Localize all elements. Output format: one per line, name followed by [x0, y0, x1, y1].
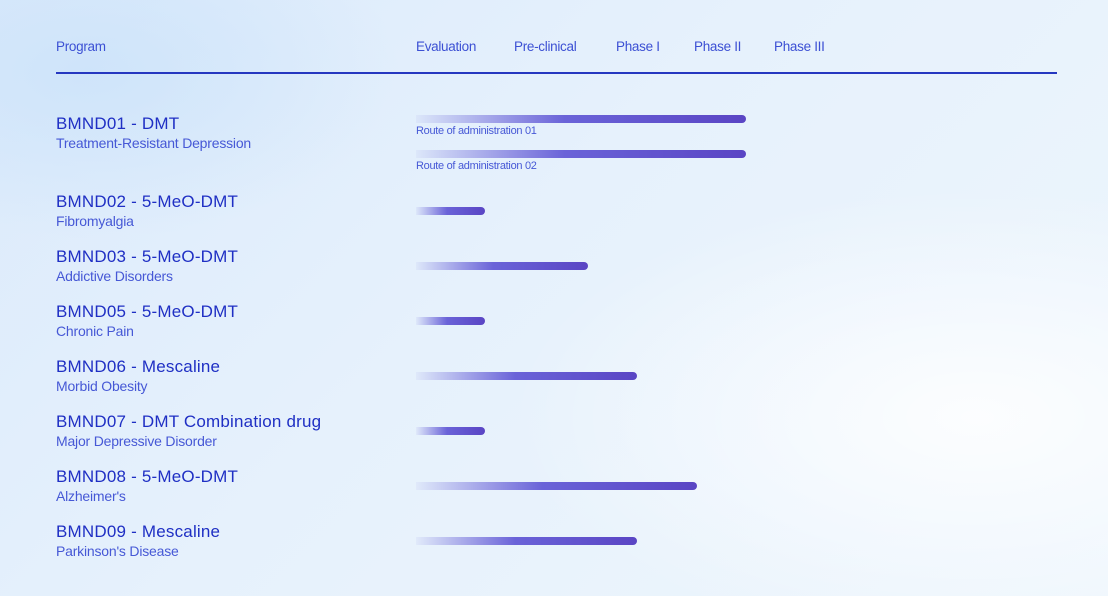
program-indication: Parkinson's Disease: [56, 543, 179, 559]
program-indication: Major Depressive Disorder: [56, 433, 217, 449]
progress-bar-bmnd07: [416, 427, 485, 435]
program-title: BMND02 - 5-MeO-DMT: [56, 192, 239, 211]
program-row-bmnd09: BMND09 - Mescaline Parkinson's Disease: [56, 522, 220, 560]
program-title: BMND06 - Mescaline: [56, 357, 221, 376]
pipeline-header: Program Evaluation Pre-clinical Phase I …: [56, 38, 1057, 74]
program-indication: Morbid Obesity: [56, 378, 148, 394]
column-phase-3: Phase III: [774, 39, 825, 54]
column-evaluation: Evaluation: [416, 39, 477, 54]
program-indication: Chronic Pain: [56, 323, 134, 339]
progress-bar-bmnd02: [416, 207, 485, 215]
program-title: BMND03 - 5-MeO-DMT: [56, 247, 239, 266]
program-row-bmnd01: BMND01 - DMT Treatment-Resistant Depress…: [56, 114, 251, 152]
program-row-bmnd03: BMND03 - 5-MeO-DMT Addictive Disorders: [56, 247, 238, 285]
progress-bar-bmnd01-route2: [416, 150, 746, 158]
program-row-bmnd06: BMND06 - Mescaline Morbid Obesity: [56, 357, 220, 395]
program-row-bmnd02: BMND02 - 5-MeO-DMT Fibromyalgia: [56, 192, 238, 230]
column-preclinical: Pre-clinical: [514, 39, 577, 54]
program-indication: Treatment-Resistant Depression: [56, 135, 252, 151]
column-program: Program: [56, 39, 106, 54]
program-indication: Alzheimer's: [56, 488, 126, 504]
program-title: BMND09 - Mescaline: [56, 522, 221, 541]
column-phase-1: Phase I: [616, 39, 660, 54]
progress-bar-bmnd06: [416, 372, 637, 380]
program-row-bmnd05: BMND05 - 5-MeO-DMT Chronic Pain: [56, 302, 238, 340]
program-indication: Fibromyalgia: [56, 213, 134, 229]
program-title: BMND01 - DMT: [56, 114, 180, 133]
progress-bar-bmnd03: [416, 262, 588, 270]
progress-bar-bmnd08: [416, 482, 697, 490]
progress-bar-bmnd09: [416, 537, 637, 545]
column-phase-2: Phase II: [694, 39, 742, 54]
program-indication: Addictive Disorders: [56, 268, 173, 284]
progress-bar-bmnd05: [416, 317, 485, 325]
route-label-01: Route of administration 01: [416, 125, 537, 137]
program-title: BMND08 - 5-MeO-DMT: [56, 467, 239, 486]
program-title: BMND07 - DMT Combination drug: [56, 412, 322, 431]
progress-bar-bmnd01-route1: [416, 115, 746, 123]
program-row-bmnd08: BMND08 - 5-MeO-DMT Alzheimer's: [56, 467, 238, 505]
program-row-bmnd07: BMND07 - DMT Combination drug Major Depr…: [56, 412, 321, 450]
program-title: BMND05 - 5-MeO-DMT: [56, 302, 239, 321]
route-label-02: Route of administration 02: [416, 160, 537, 172]
